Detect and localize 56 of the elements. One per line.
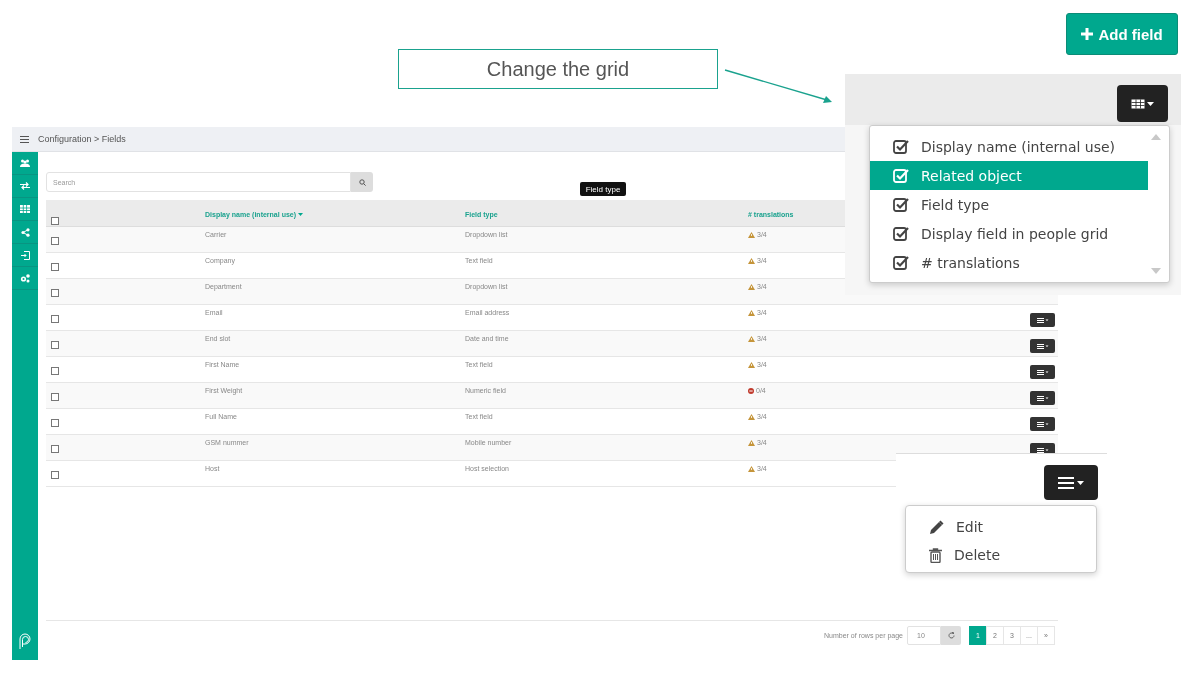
grid-icon[interactable] (20, 205, 30, 213)
row-checkbox[interactable] (51, 367, 59, 375)
list-caret-icon (1036, 395, 1049, 401)
row-menu-button[interactable] (1030, 339, 1055, 353)
sort-caret-icon[interactable] (298, 213, 304, 216)
row-checkbox[interactable] (51, 471, 59, 479)
checkbox-icon[interactable] (893, 226, 909, 241)
row-checkbox[interactable] (51, 393, 59, 401)
gears-icon[interactable] (20, 273, 30, 283)
row-checkbox[interactable] (51, 289, 59, 297)
list-caret-icon (1036, 343, 1049, 349)
checkbox-icon[interactable] (893, 139, 909, 154)
row-checkbox[interactable] (51, 263, 59, 271)
refresh-icon (947, 632, 955, 639)
list-caret-icon (1036, 317, 1049, 323)
row-checkbox[interactable] (51, 419, 59, 427)
arrows-icon[interactable] (20, 182, 30, 190)
row-menu-button[interactable] (1030, 365, 1055, 379)
callout-box: Change the grid (398, 49, 718, 89)
column-menu-item[interactable]: Display name (internal use) (870, 132, 1148, 161)
people-icon[interactable] (20, 159, 30, 167)
column-menu-item[interactable]: Display field in people grid (870, 219, 1148, 248)
column-menu-item[interactable]: # translations (870, 248, 1148, 277)
share-icon[interactable] (20, 227, 30, 237)
checkbox-icon[interactable] (893, 168, 909, 183)
row-menu-button[interactable] (1044, 465, 1098, 500)
list-caret-icon (1058, 476, 1084, 489)
pencil-icon (929, 519, 944, 535)
grid-caret-icon (1130, 98, 1155, 109)
column-picker-button[interactable] (1117, 85, 1168, 122)
row-menu-button[interactable] (1030, 313, 1055, 327)
row-checkbox[interactable] (51, 341, 59, 349)
checkbox-icon[interactable] (893, 255, 909, 270)
row-menu-item[interactable]: Delete (906, 541, 1096, 569)
breadcrumb: Configuration > Fields (38, 134, 126, 144)
search-button[interactable] (351, 172, 373, 192)
tooltip: Field type (580, 182, 626, 196)
add-field-button[interactable]: Add field (1066, 13, 1178, 55)
menu-icon[interactable] (20, 135, 29, 143)
row-checkbox[interactable] (51, 237, 59, 245)
trash-icon (929, 547, 942, 563)
row-menu-item[interactable]: Edit (906, 513, 1096, 541)
select-all-checkbox[interactable] (51, 217, 59, 225)
checkbox-icon[interactable] (893, 197, 909, 212)
door-icon[interactable] (20, 250, 30, 260)
plus-icon (1081, 28, 1094, 40)
search-icon (358, 178, 366, 186)
column-menu-item[interactable]: Related object (870, 161, 1148, 190)
row-checkbox[interactable] (51, 315, 59, 323)
row-menu-button[interactable] (1030, 391, 1055, 405)
row-menu-button[interactable] (1030, 417, 1055, 431)
logo-icon (18, 633, 32, 650)
column-menu-item[interactable]: Field type (870, 190, 1148, 219)
row-checkbox[interactable] (51, 445, 59, 453)
list-caret-icon (1036, 421, 1049, 427)
list-caret-icon (1036, 369, 1049, 375)
